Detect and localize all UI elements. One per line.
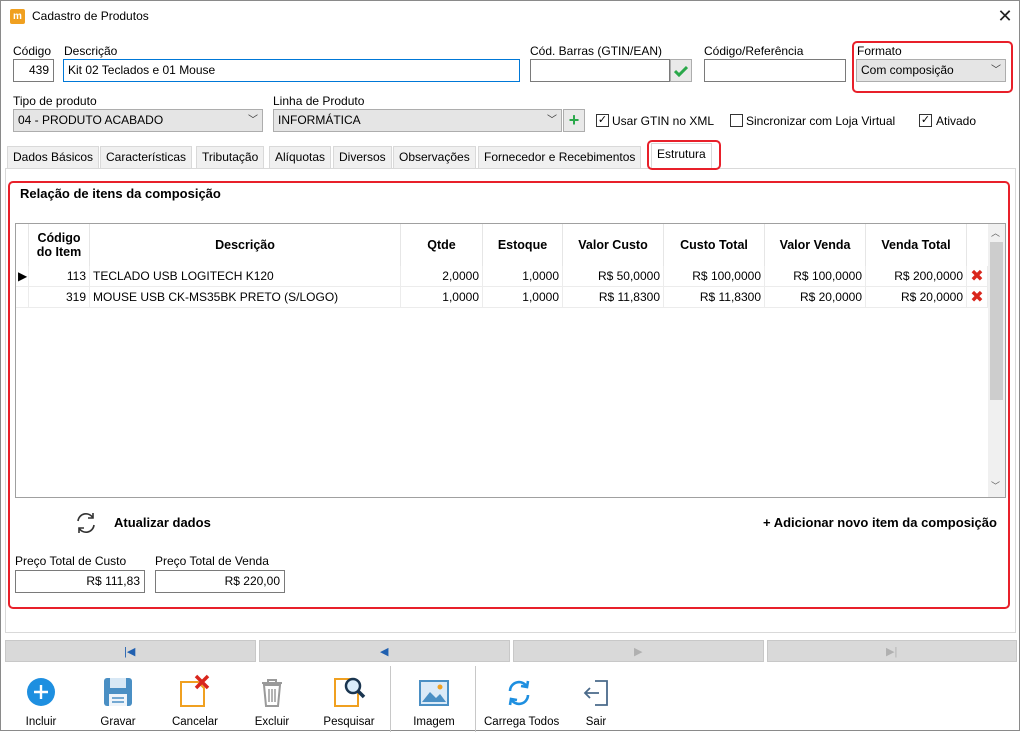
refresh-icon xyxy=(508,680,530,706)
tab-fornecedor[interactable]: Fornecedor e Recebimentos xyxy=(478,146,642,168)
app-logo-icon: m xyxy=(10,9,25,24)
last-record-icon: ▶| xyxy=(886,646,898,658)
next-record-icon: ▶ xyxy=(634,646,643,658)
product-form-window: m Cadastro de Produtos ✕ Código 439 Desc… xyxy=(0,0,1020,732)
sync-checkbox[interactable] xyxy=(730,114,743,127)
pesquisar-label: Pesquisar xyxy=(323,716,375,728)
sair-label: Sair xyxy=(585,716,607,728)
tipo-select[interactable]: 04 - PRODUTO ACABADO ﹀ xyxy=(13,109,263,132)
incluir-label: Incluir xyxy=(25,716,57,728)
search-document-icon xyxy=(334,677,366,707)
toolbar-separator xyxy=(390,666,391,732)
trash-icon xyxy=(262,679,282,707)
plus-icon: + xyxy=(568,110,580,130)
ativado-checkbox[interactable]: ✓ xyxy=(919,114,932,127)
validate-barcode-button[interactable] xyxy=(670,59,692,82)
ativado-checkbox-label: Ativado xyxy=(936,114,977,128)
tab-dados-basicos[interactable]: Dados Básicos xyxy=(7,146,100,168)
add-linha-button[interactable]: + xyxy=(563,109,585,132)
cancel-document-icon xyxy=(180,674,210,707)
carrega-todos-label: Carrega Todos xyxy=(484,716,560,728)
plus-circle-icon xyxy=(27,678,55,706)
first-record-icon: |◀ xyxy=(124,646,136,658)
sair-button[interactable]: Sair xyxy=(561,670,631,732)
tab-highlight xyxy=(647,140,721,170)
cancelar-button[interactable]: Cancelar xyxy=(160,670,230,732)
formato-highlight xyxy=(852,41,1013,93)
close-icon[interactable]: ✕ xyxy=(995,5,1015,27)
imagem-button[interactable]: Imagem xyxy=(399,670,469,732)
floppy-disk-icon xyxy=(104,678,132,706)
linha-value: INFORMÁTICA xyxy=(278,113,361,127)
window-title: Cadastro de Produtos xyxy=(32,9,149,23)
next-record-button[interactable]: ▶ xyxy=(513,640,764,662)
composition-highlight xyxy=(8,181,1010,609)
previous-record-button[interactable]: ◀ xyxy=(259,640,510,662)
pesquisar-button[interactable]: Pesquisar xyxy=(314,670,384,732)
image-icon xyxy=(419,680,449,706)
descricao-field[interactable]: Kit 02 Teclados e 01 Mouse xyxy=(63,59,520,82)
tipo-label: Tipo de produto xyxy=(13,94,97,108)
linha-label: Linha de Produto xyxy=(273,94,365,108)
exit-icon xyxy=(583,680,608,706)
previous-record-icon: ◀ xyxy=(380,646,389,658)
toolbar-separator xyxy=(475,666,476,732)
checkmark-icon xyxy=(673,65,689,78)
sync-checkbox-label: Sincronizar com Loja Virtual xyxy=(746,114,896,128)
title-bar: m Cadastro de Produtos ✕ xyxy=(1,1,1019,32)
codigo-label: Código xyxy=(13,44,52,58)
referencia-field[interactable] xyxy=(704,59,846,82)
tab-tributacao[interactable]: Tributação xyxy=(196,146,265,168)
tab-diversos[interactable]: Diversos xyxy=(333,146,392,168)
first-record-button[interactable]: |◀ xyxy=(5,640,256,662)
last-record-button[interactable]: ▶| xyxy=(767,640,1017,662)
tab-observacoes[interactable]: Observações xyxy=(393,146,476,168)
excluir-label: Excluir xyxy=(254,716,290,728)
barras-label: Cód. Barras (GTIN/EAN) xyxy=(530,44,663,58)
referencia-label: Código/Referência xyxy=(704,44,804,58)
incluir-button[interactable]: Incluir xyxy=(6,670,76,732)
chevron-down-icon: ﹀ xyxy=(248,115,258,126)
tab-aliquotas[interactable]: Alíquotas xyxy=(269,146,332,168)
barras-field[interactable] xyxy=(530,59,670,82)
gtin-checkbox[interactable]: ✓ xyxy=(596,114,609,127)
tab-caracteristicas[interactable]: Características xyxy=(100,146,193,168)
gravar-label: Gravar xyxy=(100,716,136,728)
carrega-todos-button[interactable]: Carrega Todos xyxy=(484,670,560,732)
descricao-label: Descrição xyxy=(64,44,118,58)
linha-select[interactable]: INFORMÁTICA ﹀ xyxy=(273,109,562,132)
tipo-value: 04 - PRODUTO ACABADO xyxy=(18,113,164,127)
cancelar-label: Cancelar xyxy=(171,716,219,728)
excluir-button[interactable]: Excluir xyxy=(237,670,307,732)
codigo-field[interactable]: 439 xyxy=(13,59,54,82)
gravar-button[interactable]: Gravar xyxy=(83,670,153,732)
imagem-label: Imagem xyxy=(413,716,455,728)
gtin-checkbox-label: Usar GTIN no XML xyxy=(612,114,715,128)
chevron-down-icon: ﹀ xyxy=(547,115,557,126)
